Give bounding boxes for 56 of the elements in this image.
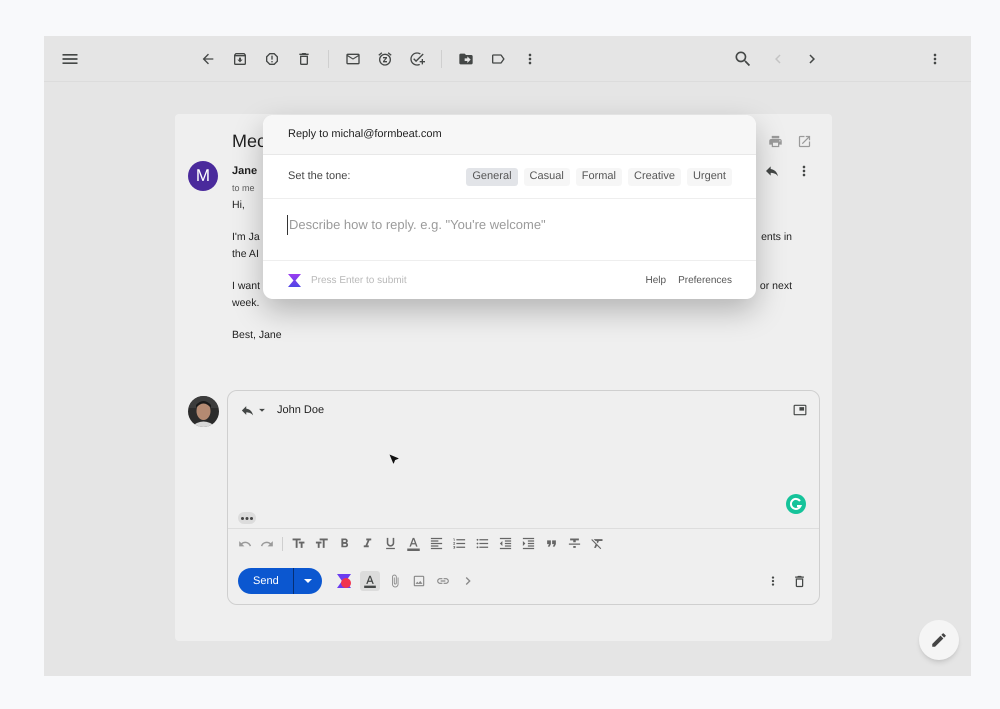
print-icon[interactable]: [768, 134, 783, 148]
footer-link[interactable]: Help: [646, 272, 666, 288]
add-task-icon[interactable]: [409, 50, 425, 66]
envelope-icon[interactable]: [345, 50, 361, 66]
email-text: week.: [232, 296, 260, 311]
pencil-icon: [930, 631, 948, 649]
bulleted-list-icon[interactable]: [475, 536, 490, 551]
text-size-icon[interactable]: [314, 536, 329, 551]
tone-label: Set the tone:: [288, 169, 350, 184]
submit-hint: Press Enter to submit: [311, 274, 407, 288]
tone-chip[interactable]: General: [466, 168, 518, 186]
email-text: or next: [760, 279, 792, 294]
tone-chip[interactable]: Urgent: [686, 168, 732, 186]
move-to-folder-icon[interactable]: [458, 50, 474, 66]
email-text: Hi,: [232, 198, 245, 213]
recipient-label: to me: [232, 182, 256, 194]
send-button[interactable]: Send: [238, 568, 322, 594]
text-color-icon[interactable]: [406, 536, 421, 551]
dots-icon: [241, 516, 253, 520]
tone-chip[interactable]: Creative: [628, 168, 681, 186]
email-text: the AI: [232, 247, 259, 262]
archive-icon[interactable]: [232, 50, 248, 66]
strikethrough-icon[interactable]: [567, 536, 582, 551]
tone-chip[interactable]: Formal: [576, 168, 622, 186]
numbered-list-icon[interactable]: [452, 536, 467, 551]
clear-formatting-icon[interactable]: [590, 536, 605, 551]
caret-icon: [304, 579, 312, 583]
compose-button[interactable]: [919, 620, 959, 660]
popup-title: Reply to michal@formbeat.com: [288, 127, 442, 142]
indent-more-icon[interactable]: [521, 536, 536, 551]
sender-avatar: M: [188, 161, 218, 191]
underline-icon[interactable]: [383, 536, 398, 551]
extension-icon[interactable]: [336, 573, 352, 589]
formatting-options-icon[interactable]: [362, 574, 377, 588]
trash-icon[interactable]: [792, 574, 807, 588]
show-trimmed-content-button[interactable]: [238, 512, 256, 524]
email-text: I'm Ja: [232, 230, 260, 245]
indent-less-icon[interactable]: [498, 536, 513, 551]
report-spam-icon[interactable]: [264, 50, 280, 66]
footer-link[interactable]: Preferences: [678, 272, 732, 288]
font-icon[interactable]: [291, 536, 306, 551]
recipient-chip[interactable]: John Doe: [277, 402, 324, 418]
email-text: Best, Jane: [232, 328, 282, 343]
search-icon[interactable]: [733, 48, 753, 68]
pop-out-icon[interactable]: [793, 403, 807, 417]
reply-instruction-field[interactable]: Describe how to reply. e.g. "You're welcome": [287, 215, 732, 234]
mouse-cursor-icon: [388, 453, 400, 465]
photo-icon[interactable]: [412, 574, 426, 588]
email-text: ents in: [761, 230, 792, 245]
sender-name: Jane: [232, 164, 258, 179]
email-text: I want: [232, 279, 260, 294]
logo-icon: [287, 272, 302, 288]
tone-chip[interactable]: Casual: [524, 168, 570, 186]
grammar-checker-icon[interactable]: [786, 494, 806, 514]
alarm-clock-icon[interactable]: [377, 50, 393, 66]
align-icon[interactable]: [429, 536, 444, 551]
